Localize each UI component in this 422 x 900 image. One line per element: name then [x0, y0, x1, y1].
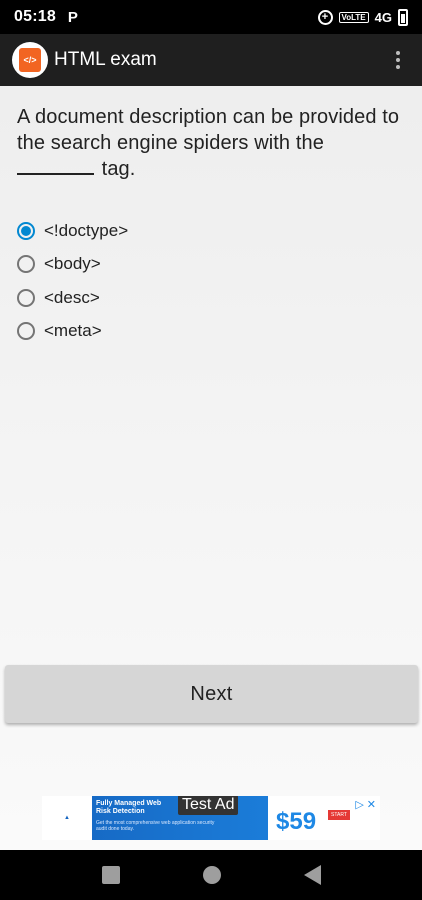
status-bar: 05:18 P + VoLTE 4G	[0, 0, 422, 34]
option-label[interactable]: <desc>	[44, 288, 100, 308]
quiz-content: A document description can be provided t…	[0, 86, 422, 850]
network-type: 4G	[374, 9, 392, 25]
radio-button[interactable]	[17, 322, 35, 341]
question-text-after: tag.	[101, 158, 136, 180]
data-saver-icon: +	[317, 9, 333, 25]
option-label[interactable]: <meta>	[44, 321, 102, 341]
radio-button-checked[interactable]	[17, 221, 35, 240]
option-doctype[interactable]: <!doctype>	[17, 214, 128, 248]
next-button[interactable]: Next	[5, 665, 418, 723]
option-meta[interactable]: <meta>	[17, 315, 128, 349]
app-title: HTML exam	[54, 49, 157, 70]
ad-logo: ▲	[42, 796, 92, 840]
ad-banner[interactable]: ▲ Fully Managed Web Risk Detection Get t…	[42, 796, 380, 840]
ad-choices-icon[interactable]: ▷	[355, 798, 363, 811]
ad-headline-line-1: Fully Managed Web	[96, 800, 162, 807]
app-bar: </> HTML exam	[0, 34, 422, 86]
close-icon[interactable]: ✕	[367, 798, 376, 811]
radio-button[interactable]	[17, 255, 35, 274]
volte-icon: VoLTE	[338, 11, 369, 23]
ad-cta-button[interactable]: START	[328, 810, 350, 820]
option-label[interactable]: <!doctype>	[44, 221, 128, 241]
option-body[interactable]: <body>	[17, 248, 128, 282]
status-icons: + VoLTE 4G	[317, 8, 408, 26]
answer-options: <!doctype> <body> <desc> <meta>	[17, 214, 128, 348]
app-logo: </>	[12, 42, 48, 78]
status-time: 05:18	[14, 8, 56, 25]
overflow-menu-icon[interactable]	[386, 44, 410, 76]
carrier-icon: P	[67, 8, 78, 26]
system-nav-bar	[0, 850, 422, 900]
back-icon[interactable]	[303, 865, 321, 885]
question-blank	[17, 157, 94, 175]
ad-price: $59	[276, 808, 317, 835]
ad-body-text: Get the most comprehensive web applicati…	[96, 820, 215, 832]
question-text-before: A document description can be provided t…	[17, 106, 400, 154]
html-code-icon: </>	[19, 48, 41, 72]
ad-headline-line-2: Risk Detection	[96, 808, 145, 815]
ad-headline: Fully Managed Web Risk Detection	[96, 800, 161, 816]
question-text: A document description can be provided t…	[17, 104, 412, 182]
test-ad-label: Test Ad	[178, 796, 239, 815]
battery-icon	[398, 8, 408, 26]
ad-controls: ▷ ✕	[355, 798, 376, 811]
option-desc[interactable]: <desc>	[17, 281, 128, 315]
radio-button[interactable]	[17, 288, 35, 307]
home-icon[interactable]	[202, 866, 221, 884]
option-label[interactable]: <body>	[44, 254, 101, 274]
recents-icon[interactable]	[101, 866, 120, 884]
